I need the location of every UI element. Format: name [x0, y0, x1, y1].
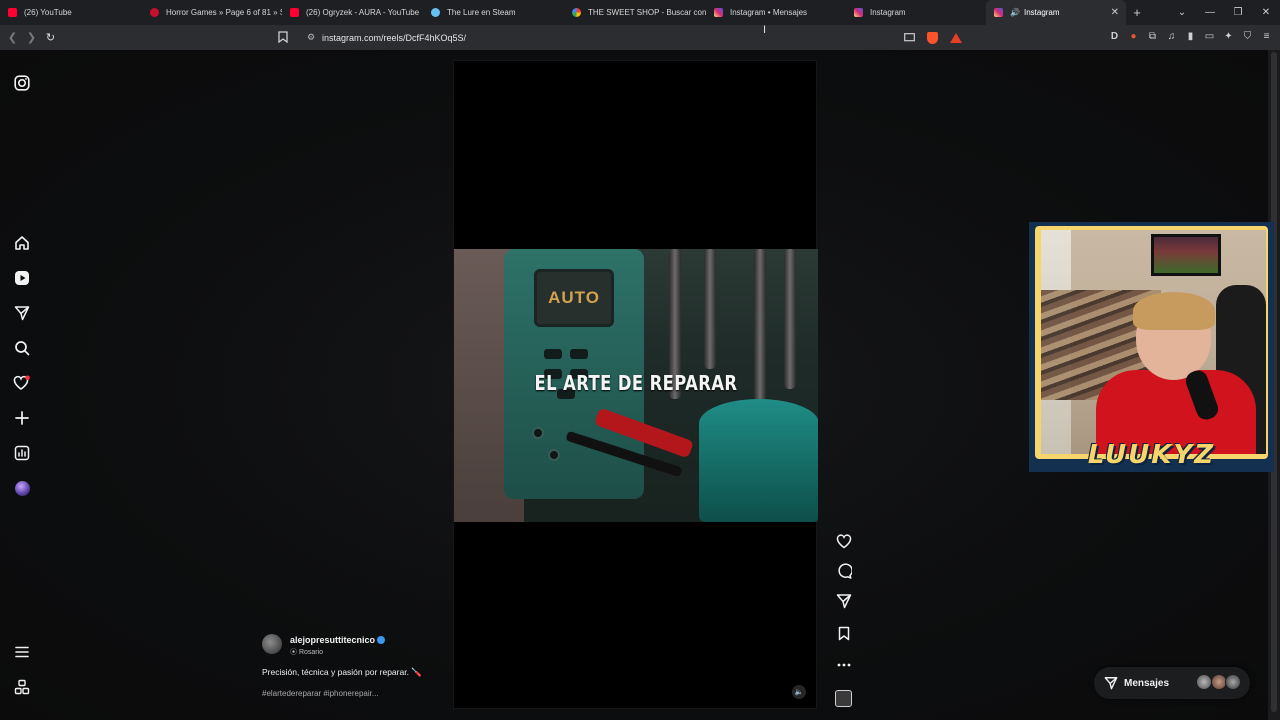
direct-messages-icon: [1104, 676, 1118, 690]
leo-ai-icon[interactable]: ✦: [1223, 31, 1234, 42]
multimeter-screen-text: AUTO: [548, 288, 600, 307]
brave-shields-icon[interactable]: [927, 31, 938, 44]
share-icon[interactable]: [835, 592, 853, 610]
messages-label: Mensajes: [1124, 677, 1170, 689]
tab-instagram[interactable]: Instagram: [846, 0, 986, 25]
mouse-cursor-icon: I: [763, 24, 767, 36]
tab-title: Instagram: [870, 8, 906, 17]
url-text: instagram.com/reels/DcfF4hKOq5S/: [322, 32, 467, 43]
like-heart-icon[interactable]: [835, 532, 853, 550]
new-tab-icon[interactable]: +: [1126, 5, 1148, 20]
repair-tool-stand-image: [699, 399, 818, 522]
back-icon[interactable]: ❮: [3, 31, 22, 44]
url-field[interactable]: ⚙ instagram.com/reels/DcfF4hKOq5S/: [300, 28, 972, 47]
site-settings-icon[interactable]: ⚙: [300, 32, 322, 43]
reels-icon[interactable]: [13, 269, 31, 287]
more-options-icon[interactable]: [835, 656, 853, 674]
tab-instagram-messages[interactable]: Instagram • Mensajes: [706, 0, 846, 25]
cast-icon[interactable]: [904, 33, 915, 42]
location-label[interactable]: Rosario: [299, 649, 323, 656]
address-toolbar: ❮ ❯ ↻ ⚙ instagram.com/reels/DcfF4hKOq5S/…: [0, 25, 1280, 50]
tab-youtube-aura[interactable]: (26) Ogryzek - AURA - YouTube: [282, 0, 423, 25]
extension-fire-icon[interactable]: ●: [1128, 31, 1139, 42]
verified-badge-icon: [377, 636, 386, 644]
webcam-overlay: LUUKYZ: [1029, 222, 1274, 472]
youtube-icon: [290, 8, 299, 17]
bookmark-icon[interactable]: [278, 31, 288, 43]
original-audio-thumbnail[interactable]: [835, 690, 852, 707]
instagram-logo-icon[interactable]: [13, 74, 31, 92]
restore-icon[interactable]: ❐: [1224, 7, 1252, 18]
webcam-video: [1041, 230, 1266, 454]
google-icon: [572, 8, 581, 17]
wallet-icon[interactable]: ▭: [1204, 31, 1215, 42]
multimeter-screen: AUTO: [534, 269, 614, 327]
tab-title: Instagram • Mensajes: [730, 8, 808, 17]
creator-username-row[interactable]: alejopresuttitecnico: [290, 635, 386, 645]
brave-rewards-icon[interactable]: [950, 32, 962, 43]
tab-list-chevron-icon[interactable]: ⌄: [1168, 7, 1196, 18]
home-icon[interactable]: [13, 234, 31, 252]
message-avatar: [1225, 674, 1241, 690]
menu-icon[interactable]: ≡: [1261, 31, 1272, 42]
music-icon[interactable]: ♫: [1166, 31, 1177, 42]
location-row[interactable]: ⦿ Rosario: [290, 647, 323, 657]
reel-overlay-title: EL ARTE DE REPARAR: [534, 371, 738, 395]
dashboard-icon[interactable]: [13, 444, 31, 462]
window-controls: ⌄ — ❐ ✕: [1168, 0, 1280, 25]
forward-icon[interactable]: ❯: [22, 31, 41, 44]
direct-messages-icon[interactable]: [13, 304, 31, 322]
more-menu-icon[interactable]: [13, 643, 31, 661]
reel-video-frame: AUTO EL ARTE DE REPARAR: [454, 249, 818, 522]
tab-title: Horror Games » Page 6 of 81 » S: [166, 8, 282, 17]
save-bookmark-icon[interactable]: [835, 624, 853, 642]
tab-youtube[interactable]: (26) YouTube: [0, 0, 142, 25]
extension-d-icon[interactable]: D: [1109, 31, 1120, 42]
caption-text: Precisión, técnica y pasión por reparar.…: [262, 667, 422, 677]
streamer-name: LUUKYZ: [1087, 440, 1216, 470]
minimize-icon[interactable]: —: [1196, 7, 1224, 18]
extensions-puzzle-icon[interactable]: ⧉: [1147, 31, 1158, 42]
instagram-icon: [854, 8, 863, 17]
comment-icon[interactable]: [835, 562, 853, 580]
extensions-area: D ● ⧉ ♫ ▮ ▭ ✦ ⛉ ≡: [1109, 31, 1272, 42]
search-icon[interactable]: [13, 339, 31, 357]
location-pin-icon: ⦿: [290, 649, 297, 656]
steam-icon: [431, 8, 440, 17]
speaker-icon[interactable]: 🔊: [1010, 8, 1020, 17]
creator-avatar[interactable]: [262, 634, 282, 654]
sidebar-toggle-icon[interactable]: ▮: [1185, 31, 1196, 42]
volume-toggle-button[interactable]: 🔈: [792, 685, 806, 699]
tab-title: THE SWEET SHOP - Buscar con G: [588, 8, 706, 17]
profile-avatar-icon[interactable]: [13, 479, 31, 497]
also-from-meta-icon[interactable]: [13, 678, 31, 696]
youtube-icon: [8, 8, 17, 17]
instagram-icon: [714, 8, 723, 17]
tab-title: (26) YouTube: [24, 8, 72, 17]
tab-title: The Lure en Steam: [447, 8, 516, 17]
messages-button[interactable]: Mensajes: [1094, 667, 1250, 699]
message-avatar: [1196, 674, 1212, 690]
tab-instagram-active[interactable]: 🔊 Instagram ✕: [986, 0, 1126, 25]
close-window-icon[interactable]: ✕: [1252, 7, 1280, 18]
tab-steam[interactable]: The Lure en Steam: [423, 0, 564, 25]
close-tab-icon[interactable]: ✕: [1111, 7, 1119, 18]
instagram-icon: [994, 8, 1003, 17]
reload-icon[interactable]: ↻: [41, 31, 60, 44]
red-logo-icon: [150, 8, 159, 17]
creator-username[interactable]: alejopresuttitecnico: [290, 635, 375, 645]
notifications-heart-icon[interactable]: [13, 374, 31, 392]
browser-tab-bar: (26) YouTube Horror Games » Page 6 of 81…: [0, 0, 1280, 25]
tab-title: Instagram: [1023, 8, 1060, 17]
create-plus-icon[interactable]: [13, 409, 31, 427]
caption-hashtags[interactable]: #elartedereparar #iphonerepair...: [262, 689, 379, 698]
tab-title: (26) Ogryzek - AURA - YouTube: [306, 8, 420, 17]
tab-horror-games[interactable]: Horror Games » Page 6 of 81 » S: [142, 0, 282, 25]
tab-google-search[interactable]: THE SWEET SHOP - Buscar con G: [564, 0, 706, 25]
reel-video-player[interactable]: AUTO EL ARTE DE REPARAR 🔈: [453, 60, 818, 709]
vpn-shield-icon[interactable]: ⛉: [1242, 31, 1253, 42]
